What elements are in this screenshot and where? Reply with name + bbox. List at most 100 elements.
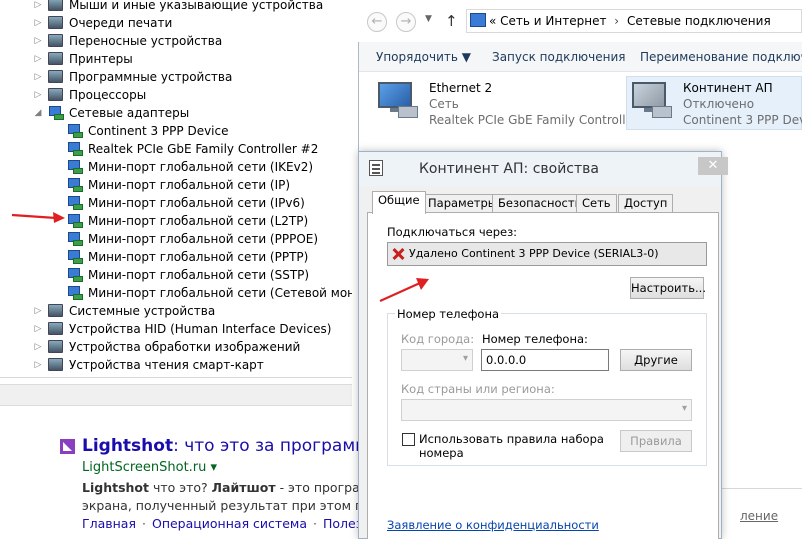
tree-item[interactable]: ▷ Очереди печати: [0, 14, 352, 32]
country-code-label: Код страны или региона:: [401, 382, 555, 396]
address-segment-network[interactable]: Сеть и Интернет: [500, 14, 606, 28]
close-icon[interactable]: ✕: [698, 157, 728, 175]
tree-item-label: Системные устройства: [69, 304, 216, 318]
tree-item[interactable]: ▷ Принтеры: [0, 50, 352, 68]
connection-name-continent[interactable]: Континент АП: [683, 81, 773, 95]
tab-sharing[interactable]: Доступ: [618, 194, 674, 213]
tree-item-label: Процессоры: [69, 88, 147, 102]
search-result-snippet-line2: экрана, полученный результат при этом пр…: [82, 498, 388, 513]
network-folder-icon: [470, 13, 486, 27]
snippet-bold: Лайтшот: [211, 480, 276, 495]
country-code-select[interactable]: ▾: [401, 399, 692, 421]
tree-item[interactable]: ▷ Устройства обработки изображений: [0, 338, 352, 356]
address-chevron-icon[interactable]: ›: [614, 14, 619, 28]
ethernet-connection-icon[interactable]: [376, 80, 420, 120]
tree-expander-icon[interactable]: ▷: [33, 0, 43, 14]
tree-expander-icon[interactable]: ▷: [33, 68, 43, 86]
tree-item[interactable]: Continent 3 PPP Device: [0, 122, 352, 140]
crumb-home[interactable]: Главная: [82, 516, 136, 531]
up-arrow-icon[interactable]: ↑: [445, 12, 458, 30]
tree-item[interactable]: Мини-порт глобальной сети (IKEv2): [0, 158, 352, 176]
snippet-bold: Lightshot: [82, 480, 149, 495]
dialing-rules-button[interactable]: Правила: [620, 430, 692, 452]
use-dialing-rules-label[interactable]: Использовать правила набора: [419, 432, 604, 446]
search-result-title[interactable]: Lightshot: что это за программа: [82, 436, 378, 456]
tree-item[interactable]: Мини-порт глобальной сети (PPTP): [0, 248, 352, 266]
tree-expander-icon[interactable]: ▷: [33, 338, 43, 356]
tree-item[interactable]: ▷ Устройства чтения смарт-карт: [0, 356, 352, 374]
address-segment-connections[interactable]: Сетевые подключения: [627, 14, 771, 28]
tree-expander-icon[interactable]: ▷: [33, 14, 43, 32]
network-adapter-icon: [67, 124, 83, 138]
tree-item[interactable]: Realtek PCIe GbE Family Controller #2: [0, 140, 352, 158]
connection-device-continent: Continent 3 PPP Device: [683, 113, 802, 127]
tree-item[interactable]: ▷ Переносные устройства: [0, 32, 352, 50]
tree-item[interactable]: Мини-порт глобальной сети (PPPOE): [0, 230, 352, 248]
start-connection-button[interactable]: Запуск подключения: [492, 50, 626, 64]
tree-item-label: Переносные устройства: [69, 34, 223, 48]
phone-number-input[interactable]: [481, 349, 609, 371]
tree-expander-icon[interactable]: ◢: [33, 104, 43, 122]
area-code-select[interactable]: ▾: [401, 349, 473, 371]
tree-item-label: Continent 3 PPP Device: [88, 124, 229, 138]
tab-parameters[interactable]: Параметры: [422, 194, 503, 213]
tree-item[interactable]: Мини-порт глобальной сети (Сетевой монит…: [0, 284, 352, 302]
tree-expander-icon[interactable]: ▷: [33, 320, 43, 338]
tree-expander-icon[interactable]: ▷: [33, 86, 43, 104]
device-removed-icon: [392, 248, 404, 260]
tree-item[interactable]: ▷ Устройства HID (Human Interface Devices…: [0, 320, 352, 338]
crumb-os[interactable]: Операционная система: [152, 516, 307, 531]
tree-item-label: Realtek PCIe GbE Family Controller #2: [88, 142, 319, 156]
tree-item[interactable]: ◢ Сетевые адаптеры: [0, 104, 352, 122]
background-link-fragment[interactable]: ление: [740, 509, 778, 523]
network-adapter-icon: [67, 142, 83, 156]
annotation-arrow-l2tp: [11, 212, 65, 223]
url-caret-icon[interactable]: ▾: [211, 460, 218, 475]
tab-general[interactable]: Общие: [372, 191, 426, 214]
configure-button[interactable]: Настроить...: [630, 277, 706, 299]
tab-network[interactable]: Сеть: [576, 194, 617, 213]
privacy-statement-link[interactable]: Заявление о конфиденциальности: [387, 518, 599, 532]
device-name[interactable]: Удалено Continent 3 PPP Device (SERIAL3-…: [409, 247, 659, 260]
tree-item[interactable]: ▷ Процессоры: [0, 86, 352, 104]
tree-item[interactable]: ▷ Мыши и иные указывающие устройства: [0, 0, 352, 14]
others-button[interactable]: Другие: [620, 349, 692, 371]
tree-item-label: Устройства HID (Human Interface Devices): [69, 322, 332, 336]
use-dialing-rules-label-cont[interactable]: номера: [419, 446, 464, 460]
use-dialing-rules-checkbox[interactable]: [402, 433, 415, 446]
rename-connection-button[interactable]: Переименование подключения: [640, 50, 802, 64]
tree-item-label: Устройства обработки изображений: [69, 340, 301, 354]
portable-device-icon: [48, 34, 63, 47]
tree-item[interactable]: Мини-порт глобальной сети (IP): [0, 176, 352, 194]
printer-icon: [48, 52, 63, 65]
tree-expander-icon[interactable]: ▷: [33, 32, 43, 50]
tree-item[interactable]: Мини-порт глобальной сети (SSTP): [0, 266, 352, 284]
tree-item-label: Мини-порт глобальной сети (PPTP): [88, 250, 309, 264]
software-device-icon: [48, 70, 63, 83]
dialog-title: Континент АП: свойства: [418, 161, 599, 177]
tree-expander-icon[interactable]: ▷: [33, 302, 43, 320]
search-result-url[interactable]: LightScreenShot.ru ▾: [82, 460, 217, 475]
tree-item[interactable]: ▷ Программные устройства: [0, 68, 352, 86]
tree-expander-icon[interactable]: ▷: [33, 356, 43, 374]
tab-security[interactable]: Безопасность: [492, 194, 588, 213]
address-overflow-chevron[interactable]: «: [489, 14, 496, 28]
tree-item-label: Программные устройства: [69, 70, 233, 84]
url-text: LightScreenShot.ru: [82, 460, 207, 475]
title-rest: : что это за программа: [173, 436, 379, 456]
tree-item-label: Мини-порт глобальной сети (IP): [88, 178, 291, 192]
tree-item-label: Мини-порт глобальной сети (IPv6): [88, 196, 305, 210]
back-button[interactable]: ←: [367, 12, 387, 32]
horizontal-scrollbar[interactable]: [0, 384, 352, 406]
tree-item-label: Очереди печати: [69, 16, 173, 30]
network-adapter-icon: [67, 250, 83, 264]
connection-name-ethernet[interactable]: Ethernet 2: [429, 81, 492, 95]
forward-button[interactable]: →: [396, 12, 416, 32]
tree-expander-icon[interactable]: ▷: [33, 50, 43, 68]
organize-button[interactable]: Упорядочить ▼: [376, 50, 471, 64]
vpn-connection-icon[interactable]: [630, 80, 674, 120]
title-brand: Lightshot: [82, 436, 174, 456]
tree-item-label: Мыши и иные указывающие устройства: [69, 0, 324, 12]
recent-locations-dropdown-icon[interactable]: ▼: [425, 14, 432, 24]
tree-item[interactable]: ▷ Системные устройства: [0, 302, 352, 320]
